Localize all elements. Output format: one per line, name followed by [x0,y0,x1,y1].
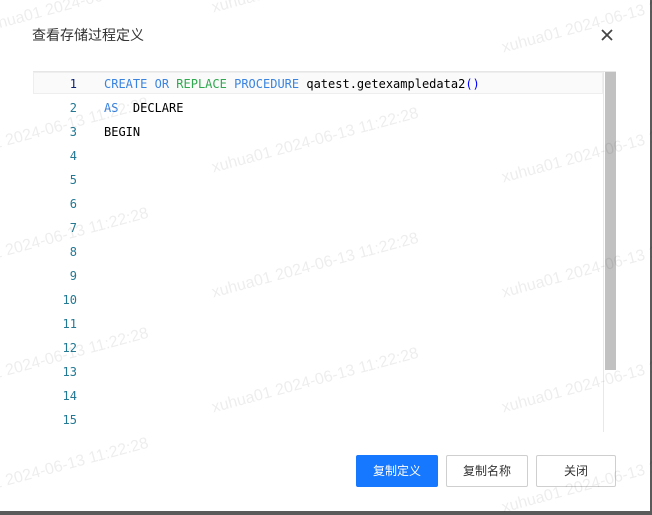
line-number: 6 [69,197,77,211]
code-line-1: CREATE OR REPLACE PROCEDURE qatest.getex… [104,72,480,96]
close-icon[interactable] [596,24,618,46]
line-number: 12 [62,341,77,355]
code-line-2: AS DECLARE [104,96,183,120]
scrollbar-thumb[interactable] [605,72,616,370]
line-number: 5 [69,173,77,187]
keyword-declare: DECLARE [132,101,184,115]
keyword-procedure: PROCEDURE [234,77,300,91]
code-editor[interactable]: 1 2 3 4 5 6 7 8 9 10 11 12 13 14 15 CREA… [33,71,616,432]
line-number: 14 [62,389,77,403]
close-button[interactable]: 关闭 [536,455,616,487]
procedure-name: qatest.getexampledata2 [306,77,466,91]
dialog-title: 查看存储过程定义 [32,28,144,44]
line-number: 7 [69,221,77,235]
keyword-begin: BEGIN [104,125,141,139]
line-number: 11 [62,317,77,331]
line-number: 3 [69,125,77,139]
parentheses: () [465,77,480,91]
close-icon-svg [601,29,613,41]
code-line-3: BEGIN [104,120,140,144]
keyword-or: OR [154,77,170,91]
line-number: 8 [69,245,77,259]
vertical-scrollbar[interactable] [603,72,616,432]
line-number: 9 [69,269,77,283]
copy-name-button[interactable]: 复制名称 [446,455,528,487]
line-number: 2 [69,101,77,115]
keyword-create: CREATE [104,77,148,91]
line-number: 10 [62,293,77,307]
keyword-replace: REPLACE [176,77,227,91]
keyword-as: AS [104,101,119,115]
copy-definition-button[interactable]: 复制定义 [356,455,438,487]
stored-procedure-dialog: 查看存储过程定义 1 2 3 4 5 6 7 8 9 10 11 12 13 1… [0,0,652,515]
line-number: 15 [62,413,77,427]
line-number: 4 [69,149,77,163]
line-number: 1 [69,77,77,91]
line-number: 13 [62,365,77,379]
